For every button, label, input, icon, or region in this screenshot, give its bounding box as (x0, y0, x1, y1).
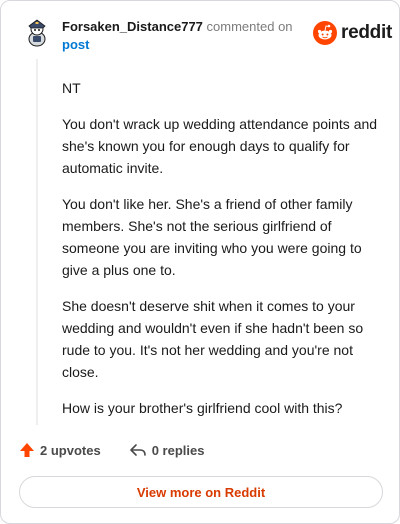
comment-header: Forsaken_Distance777 commented on post (62, 18, 302, 54)
avatar-icon (21, 17, 53, 49)
user-avatar[interactable] (21, 17, 53, 49)
comment-actions: 2 upvotes 0 replies (19, 442, 204, 458)
comment-paragraph: How is your brother's girlfriend cool wi… (62, 400, 343, 416)
author-username[interactable]: Forsaken_Distance777 (62, 19, 203, 34)
thread-line[interactable] (36, 59, 38, 425)
reddit-wordmark: reddit (341, 22, 392, 43)
comment-paragraph: You don't wrack up wedding attendance po… (62, 116, 378, 176)
reply-arrow-icon (129, 444, 146, 456)
comment-body: NT You don't wrack up wedding attendance… (62, 77, 378, 433)
reply-button[interactable]: 0 replies (129, 442, 205, 458)
comment-card: Forsaken_Distance777 commented on post r… (0, 0, 400, 524)
comment-paragraph: She doesn't deserve shit when it comes t… (62, 298, 364, 380)
post-link[interactable]: post (62, 37, 89, 52)
reddit-logo[interactable]: reddit (313, 21, 392, 45)
view-more-button[interactable]: View more on Reddit (19, 476, 383, 508)
comment-paragraph: You don't like her. She's a friend of ot… (62, 196, 362, 278)
upvote-count: 2 upvotes (40, 442, 101, 458)
upvote-button[interactable]: 2 upvotes (19, 442, 101, 458)
reddit-snoo-icon (313, 21, 337, 45)
comment-paragraph: NT (62, 80, 81, 96)
upvote-arrow-icon (20, 443, 34, 457)
reply-count: 0 replies (151, 442, 205, 458)
action-text: commented on (206, 19, 293, 34)
